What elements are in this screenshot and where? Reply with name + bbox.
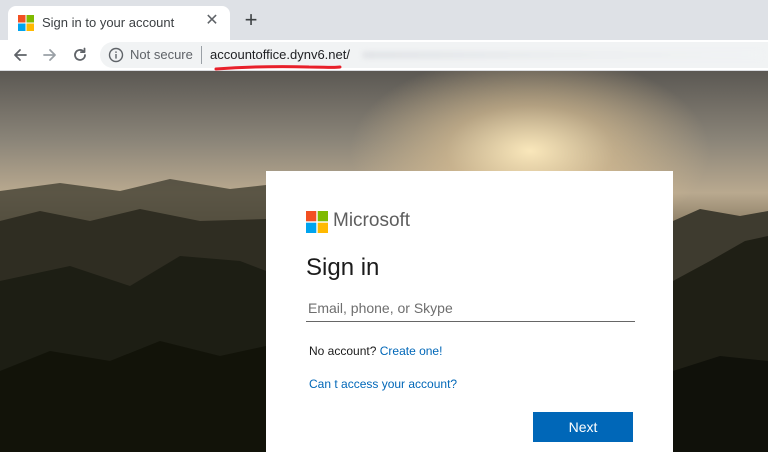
- reload-icon: [74, 47, 86, 61]
- arrow-left-icon: [14, 49, 27, 61]
- new-tab-button[interactable]: +: [240, 9, 262, 31]
- blurred-url-region: [362, 51, 762, 59]
- microsoft-logo-icon: [306, 211, 328, 233]
- next-button[interactable]: Next: [533, 412, 633, 442]
- brand-name: Microsoft: [333, 210, 411, 231]
- info-icon[interactable]: [108, 47, 124, 63]
- browser-tab[interactable]: Sign in to your account ✕: [8, 6, 230, 40]
- page-title: Sign in: [306, 254, 380, 281]
- tab-title: Sign in to your account: [42, 15, 175, 30]
- no-account-row: No account? Create one!: [309, 344, 442, 358]
- email-field[interactable]: [306, 295, 635, 322]
- browser-toolbar: Not secure accountoffice.dynv6.net/: [0, 40, 768, 71]
- no-account-text: No account?: [309, 344, 377, 358]
- url-text[interactable]: accountoffice.dynv6.net/: [210, 47, 350, 62]
- tab-strip: Sign in to your account ✕ +: [0, 0, 768, 40]
- forward-button[interactable]: [38, 43, 62, 67]
- back-button[interactable]: [8, 43, 32, 67]
- microsoft-logo-icon: [18, 15, 34, 31]
- signin-card: Microsoft Sign in No account? Create one…: [266, 171, 673, 452]
- cant-access-link[interactable]: Can t access your account?: [309, 377, 457, 391]
- create-account-link[interactable]: Create one!: [380, 344, 443, 358]
- close-icon[interactable]: ✕: [202, 11, 222, 31]
- address-bar[interactable]: Not secure accountoffice.dynv6.net/: [100, 42, 768, 68]
- security-label[interactable]: Not secure: [130, 47, 193, 62]
- arrow-right-icon: [43, 49, 56, 61]
- url-divider: [201, 46, 202, 64]
- reload-button[interactable]: [68, 43, 92, 67]
